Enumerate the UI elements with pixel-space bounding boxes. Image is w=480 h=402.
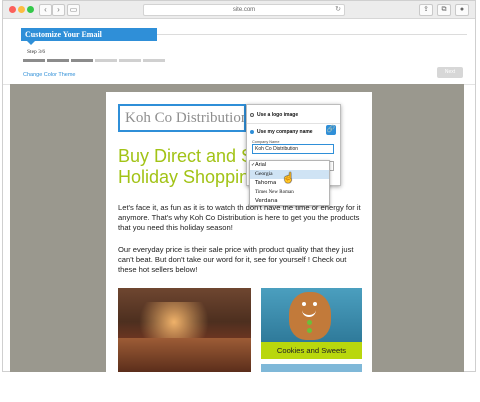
use-company-name-option[interactable]: Use my company name: [250, 129, 313, 135]
cookie-smile: [302, 310, 316, 317]
font-option-label: Tahoma: [255, 180, 277, 186]
font-option-label: Georgia: [255, 171, 273, 177]
use-company-name-label: Use my company name: [257, 129, 313, 135]
use-logo-image-option[interactable]: Use a logo image: [250, 112, 298, 118]
product-caption[interactable]: Cookies and Sweets: [261, 342, 362, 359]
maximize-window-icon[interactable]: [27, 6, 34, 13]
candle-glow: [138, 302, 228, 342]
chevron-right-icon[interactable]: ›: [52, 4, 65, 16]
share-icon[interactable]: ⇪: [419, 4, 433, 16]
link-icon[interactable]: 🔗: [326, 125, 336, 135]
sidebar-icon[interactable]: ▭: [67, 4, 80, 16]
radio-logo-image[interactable]: [250, 113, 254, 117]
hand-cursor-icon: ☝: [282, 173, 295, 184]
cookie-button: [307, 320, 312, 325]
cookie-eye: [313, 302, 317, 306]
font-option-label: Arial: [255, 162, 267, 168]
tabs-icon[interactable]: ⧉: [437, 4, 451, 16]
cookie-eye: [302, 302, 306, 306]
chevron-left-icon[interactable]: ‹: [39, 4, 52, 16]
font-option-verdana[interactable]: Verdana: [250, 197, 329, 206]
reload-icon[interactable]: ↻: [335, 5, 341, 15]
ribbon-notch: [27, 41, 35, 45]
company-name-input[interactable]: [252, 144, 334, 154]
url-text: site.com: [232, 7, 256, 13]
holiday-table-image[interactable]: [118, 288, 251, 372]
table-surface: [118, 338, 251, 372]
use-logo-image-label: Use a logo image: [257, 112, 299, 118]
progress-segment: [71, 59, 93, 62]
headline-line-1-text: Buy Direct and S: [118, 146, 254, 166]
checkmark-icon: ✓: [251, 162, 256, 168]
headline-line-2[interactable]: Holiday Shoppin: [118, 167, 249, 188]
body-paragraph-2[interactable]: Our everyday price is their sale price w…: [118, 245, 363, 275]
font-option-label: Verdana: [255, 198, 278, 204]
step-indicator: Step 3/6: [27, 49, 46, 55]
progress-segment: [143, 59, 165, 62]
progress-segment: [23, 59, 45, 62]
address-bar[interactable]: site.com ↻: [143, 4, 345, 16]
font-option-times-new-roman[interactable]: Times New Roman: [250, 188, 329, 197]
wizard-header: Customize Your Email Step 3/6 Change Col…: [3, 19, 475, 85]
download-icon[interactable]: ●: [455, 4, 469, 16]
product-image-2[interactable]: [261, 364, 362, 372]
radio-company-name[interactable]: [250, 130, 254, 134]
body-paragraph-1[interactable]: Let's face it, as fun as it is to watch …: [118, 203, 363, 233]
logo-text-box[interactable]: Koh Co Distribution: [118, 104, 246, 132]
minimize-window-icon[interactable]: [18, 6, 25, 13]
browser-titlebar: ‹ › ▭ site.com ↻ ⇪ ⧉ ●: [3, 1, 475, 19]
font-option-label: Times New Roman: [255, 190, 294, 195]
wizard-title: Customize Your Email: [21, 28, 157, 41]
progress-segment: [47, 59, 69, 62]
gingerbread-cookie-image[interactable]: [261, 288, 362, 342]
cookie-button: [307, 328, 312, 333]
close-window-icon[interactable]: [9, 6, 16, 13]
ribbon-divider: [157, 34, 467, 35]
progress-segment: [95, 59, 117, 62]
next-button[interactable]: Next: [437, 67, 463, 78]
progress-segment: [119, 59, 141, 62]
change-color-theme-link[interactable]: Change Color Theme: [23, 72, 75, 78]
progress-bar: [23, 59, 165, 62]
gingerbread-icon: [289, 292, 331, 340]
popup-divider: [247, 123, 340, 124]
font-option-arial[interactable]: ✓ Arial: [250, 161, 329, 170]
